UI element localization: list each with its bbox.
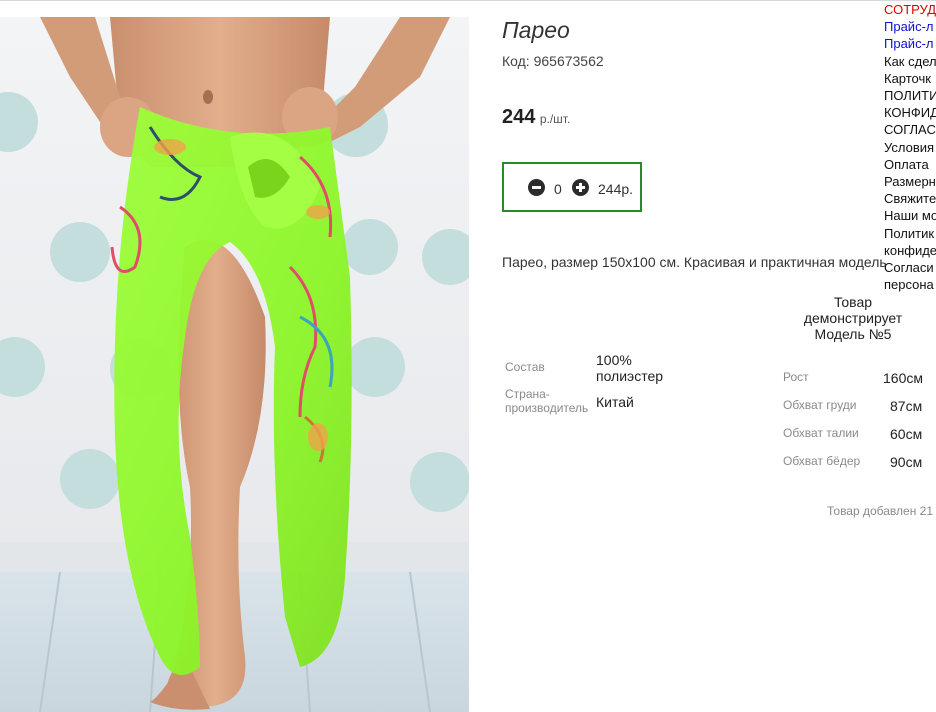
quantity-value: 0 — [554, 181, 562, 197]
top-divider — [0, 0, 936, 1]
product-photo-drawing — [0, 17, 469, 712]
model-heading: Товар демонстрирует Модель №5 — [803, 294, 903, 342]
measure-label: Рост — [783, 370, 809, 384]
side-link[interactable]: Условия — [884, 139, 936, 156]
side-link[interactable]: ПОЛИТИ — [884, 87, 936, 104]
measure-label: Обхват бёдер — [783, 454, 861, 468]
side-link[interactable]: Как сдел — [884, 53, 936, 70]
plus-circle-icon[interactable] — [572, 179, 589, 196]
measure-value: 60см — [890, 426, 923, 442]
quantity-sum: 244р. — [598, 181, 634, 197]
price-block: 244 р./шт. — [502, 106, 570, 129]
side-link[interactable]: Карточк — [884, 70, 936, 87]
measure-label: Обхват груди — [783, 398, 857, 412]
side-link[interactable]: СОТРУД — [884, 1, 936, 18]
price-unit: р./шт. — [539, 112, 571, 126]
attr-value: Китай — [596, 394, 634, 410]
side-links: СОТРУД Прайс-л Прайс-л Как сдел Карточк … — [884, 1, 936, 293]
side-link[interactable]: Оплата — [884, 156, 936, 173]
attr-label: Страна-производитель — [505, 387, 589, 415]
product-title: Парео — [502, 17, 570, 43]
product-description: Парео, размер 150х100 см. Красивая и пра… — [502, 254, 887, 270]
side-link[interactable]: Прайс-л — [884, 35, 936, 52]
side-link[interactable]: Прайс-л — [884, 18, 936, 35]
quantity-stepper: 0 244р. — [502, 162, 642, 212]
attr-label: Состав — [505, 360, 545, 374]
side-link[interactable]: Свяжите — [884, 190, 936, 207]
product-code: Код: 965673562 — [502, 53, 604, 69]
side-link[interactable]: СОГЛАС — [884, 121, 936, 138]
price-value: 244 — [502, 106, 536, 128]
side-link[interactable]: персона — [884, 276, 936, 293]
measure-value: 87см — [890, 398, 923, 414]
side-link[interactable]: Размерн — [884, 173, 936, 190]
side-link[interactable]: Наши мо — [884, 207, 936, 224]
added-date: Товар добавлен 21 — [827, 504, 934, 518]
measure-value: 160см — [883, 370, 923, 386]
side-link[interactable]: Согласи — [884, 259, 936, 276]
side-link[interactable]: Политик — [884, 225, 936, 242]
attr-value: 100% полиэстер — [596, 352, 664, 384]
side-link[interactable]: конфиде — [884, 242, 936, 259]
minus-circle-icon[interactable] — [528, 179, 545, 196]
product-photo[interactable] — [0, 17, 469, 712]
measure-label: Обхват талии — [783, 426, 859, 440]
measure-value: 90см — [890, 454, 923, 470]
side-link[interactable]: КОНФИД — [884, 104, 936, 121]
